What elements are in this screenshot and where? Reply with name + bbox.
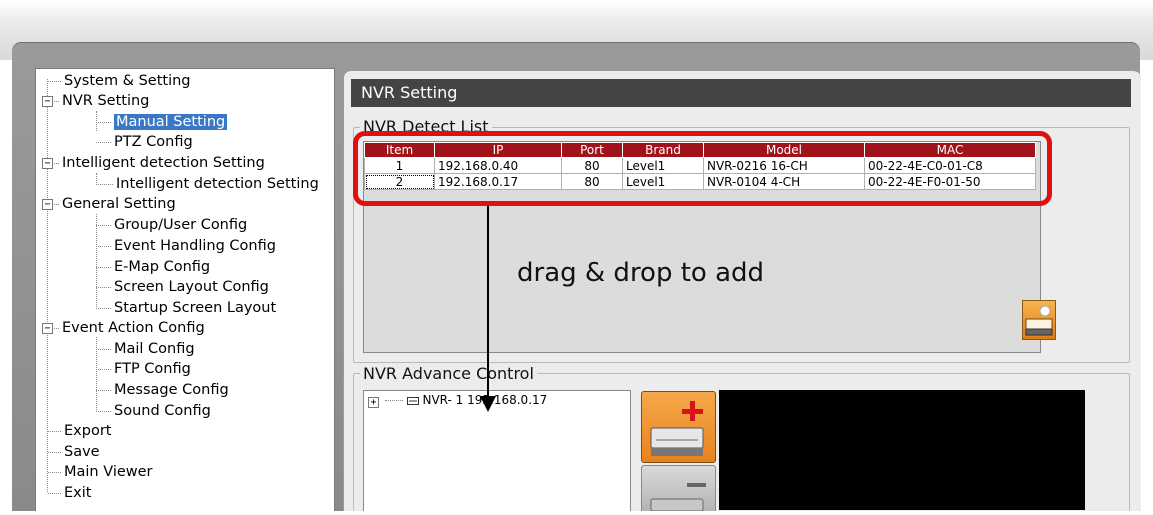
tree-item-label: Export [64,423,112,439]
tree-item-label: FTP Config [114,361,191,377]
tree-item-general-setting[interactable]: General Setting [54,194,176,214]
tree-hline [96,368,111,370]
tree-hline [96,266,111,268]
tree-item-group-user-config[interactable]: Group/User Config [96,215,247,235]
tree-item-screen-layout-config[interactable]: Screen Layout Config [96,277,269,297]
tree-item-event-action-config[interactable]: Event Action Config [54,318,205,338]
remove-nvr-icon [650,483,706,512]
expand-icon[interactable]: + [368,397,379,408]
settings-tree-panel: System & Setting − NVR Setting Manual Se… [35,68,335,511]
tree-item-label: System & Setting [64,73,191,89]
tree-item-main-viewer[interactable]: Main Viewer [48,462,153,482]
tree-item-intelligent-detection-setting[interactable]: Intelligent detection Setting [96,174,319,194]
tree-hline [96,389,111,391]
tree-item-nvr-device[interactable]: + NVR- 1 192.168.0.17 [364,393,547,408]
tree-hline [96,410,111,412]
tree-item-label: Group/User Config [114,217,248,233]
tree-item-label: Startup Screen Layout [114,300,277,316]
remove-nvr-button[interactable] [641,465,716,512]
tree-item-label: Event Action Config [62,320,205,336]
tree-item-label: Screen Layout Config [114,279,269,295]
tree-item-export[interactable]: Export [48,421,111,441]
tree-item-ptz-config[interactable]: PTZ Config [96,132,193,152]
tree-item-label: NVR Setting [62,93,150,109]
tree-hline [96,121,111,123]
tree-item-startup-screen-layout[interactable]: Startup Screen Layout [96,298,276,318]
tree-item-intelligent-detection[interactable]: Intelligent detection Setting [54,153,265,173]
tree-hline [48,430,61,432]
tree-item-system-setting[interactable]: System & Setting [48,71,191,91]
drag-drop-annotation: drag & drop to add [517,258,765,288]
tree-item-label: Mail Config [114,341,195,357]
tree-hline [48,80,61,82]
collapse-icon[interactable]: − [42,323,53,334]
tree-item-event-handling-config[interactable]: Event Handling Config [96,236,276,256]
tree-hline [384,400,403,401]
tree-item-label: Sound Config [114,403,211,419]
tree-hline [54,100,59,102]
drag-arrow-head-icon [480,396,496,412]
tree-item-label: Save [64,444,100,460]
page-title: NVR Setting [351,79,1131,107]
tree-hline [96,307,111,309]
tree-hline [96,141,111,143]
tree-item-label: Manual Setting [114,114,228,130]
tree-hline [54,203,59,205]
tree-hline [48,451,61,453]
tree-item-label: E-Map Config [114,259,211,275]
add-nvr-icon [650,401,704,456]
tree-item-save[interactable]: Save [48,442,100,462]
tree-hline [96,224,111,226]
tree-item-sound-config[interactable]: Sound Config [96,401,211,421]
tree-item-ftp-config[interactable]: FTP Config [96,359,191,379]
tree-item-label: Message Config [114,382,229,398]
tree-item-label: Intelligent detection Setting [116,176,319,192]
tree-hline [96,348,111,350]
image-icon [1025,305,1053,336]
video-preview-area [719,390,1085,510]
tree-item-emap-config[interactable]: E-Map Config [96,257,210,277]
tree-hline [48,471,61,473]
tree-item-label: Event Handling Config [114,238,276,254]
tree-item-manual-setting[interactable]: Manual Setting [96,112,228,132]
tree-hline [96,183,113,185]
nvr-device-icon [406,396,419,405]
drag-arrow-line [487,206,489,402]
tree-item-mail-config[interactable]: Mail Config [96,339,195,359]
image-button[interactable] [1022,300,1056,340]
tree-item-label: PTZ Config [114,134,193,150]
tree-hline [96,286,111,288]
tree-item-exit[interactable]: Exit [48,483,91,503]
tree-hline [54,327,59,329]
tree-item-label: Exit [64,485,92,501]
highlight-outline [353,131,1052,206]
tree-item-nvr-setting[interactable]: NVR Setting [54,91,149,111]
collapse-icon[interactable]: − [42,158,53,169]
tree-hline [48,492,61,494]
tree-item-message-config[interactable]: Message Config [96,380,229,400]
collapse-icon[interactable]: − [42,199,53,210]
collapse-icon[interactable]: − [42,96,53,107]
tree-item-label: Main Viewer [64,464,153,480]
add-nvr-button[interactable] [641,391,716,463]
tree-item-label: General Setting [62,196,176,212]
tree-hline [54,162,59,164]
advance-control-label: NVR Advance Control [360,365,537,383]
advance-control-tree: + NVR- 1 192.168.0.17 [363,390,631,511]
tree-hline [96,245,111,247]
tree-item-label: Intelligent detection Setting [62,155,265,171]
